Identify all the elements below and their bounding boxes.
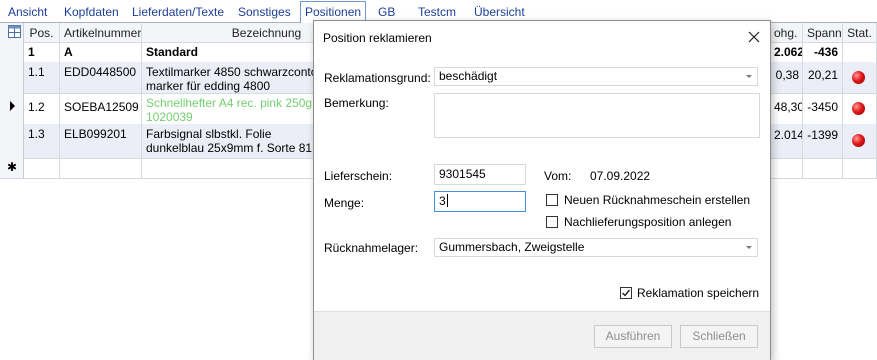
reklamationsgrund-value: beschädigt	[439, 69, 498, 83]
tab-gb[interactable]: GB	[374, 4, 399, 21]
schliessen-button[interactable]: Schließen	[680, 325, 758, 348]
neuen-ruecknahmeschein-checkbox[interactable]	[546, 194, 558, 206]
reklamationsgrund-label: Reklamationsgrund:	[324, 71, 431, 85]
cell-stat[interactable]	[843, 93, 877, 124]
cell-artikelnummer[interactable]: ELB099201	[60, 124, 142, 158]
position-reklamieren-dialog: Position reklamieren Reklamationsgrund: …	[313, 20, 771, 360]
bemerkung-label: Bemerkung:	[324, 96, 389, 110]
cell-spann[interactable]: -3450	[803, 93, 843, 124]
dialog-title: Position reklamieren	[323, 31, 432, 45]
header-artikelnummer[interactable]: Artikelnummer	[60, 23, 142, 42]
cell-pos[interactable]: 1	[24, 42, 60, 62]
bemerkung-textarea[interactable]	[434, 93, 760, 138]
header-spann[interactable]: Spann	[803, 23, 843, 42]
vom-label: Vom:	[544, 169, 572, 183]
cell-pos[interactable]: 1.1	[24, 62, 60, 93]
ausfuehren-button[interactable]: Ausführen	[594, 325, 672, 348]
ruecknahmelager-value: Gummersbach, Zweigstelle	[439, 240, 585, 254]
nachlieferungsposition-label[interactable]: Nachlieferungsposition anlegen	[564, 215, 731, 229]
row-indicator[interactable]	[0, 93, 24, 124]
cell-spann[interactable]: 20,21	[803, 62, 843, 93]
cell-stat[interactable]	[843, 62, 877, 93]
status-red-icon	[852, 134, 865, 147]
neuen-ruecknahmeschein-label[interactable]: Neuen Rücknahmeschein erstellen	[564, 193, 750, 207]
dialog-body: Reklamationsgrund: beschädigt Bemerkung:…	[314, 53, 770, 311]
cell-artikelnummer[interactable]: EDD0448500	[60, 62, 142, 93]
current-row-arrow-icon	[10, 101, 15, 111]
cell-stat[interactable]	[843, 124, 877, 158]
tab-ansicht[interactable]: Ansicht	[4, 4, 51, 21]
cell-pos[interactable]: 1.2	[24, 93, 60, 124]
status-red-icon	[852, 71, 865, 84]
cell-rohg[interactable]: 2.014	[770, 124, 803, 158]
close-icon[interactable]	[744, 27, 764, 47]
row-indicator[interactable]	[0, 62, 24, 93]
new-row-asterisk-icon: ✱	[0, 158, 24, 178]
cell-artikelnummer[interactable]: SOEBA12509	[60, 93, 142, 124]
cell-stat[interactable]	[843, 42, 877, 62]
ruecknahmelager-label: Rücknahmelager:	[324, 241, 419, 255]
nachlieferungsposition-checkbox[interactable]	[546, 216, 558, 228]
lieferschein-label: Lieferschein:	[324, 169, 393, 183]
tab-lieferdaten-texte[interactable]: Lieferdaten/Texte	[128, 4, 228, 21]
cell-pos[interactable]: 1.3	[24, 124, 60, 158]
row-indicator[interactable]	[0, 42, 24, 62]
reklamation-speichern-label[interactable]: Reklamation speichern	[637, 286, 759, 300]
cell-rohg[interactable]: 48,30	[770, 93, 803, 124]
cell-spann[interactable]: -1399	[803, 124, 843, 158]
tab-kopfdaten[interactable]: Kopfdaten	[60, 4, 123, 21]
tab-uebersicht[interactable]: Übersicht	[470, 4, 529, 21]
header-stat[interactable]: Stat.	[843, 23, 877, 42]
tab-testcm[interactable]: Testcm	[414, 4, 460, 21]
menge-input[interactable]: 3	[434, 191, 526, 212]
ruecknahmelager-select[interactable]: Gummersbach, Zweigstelle	[434, 238, 758, 257]
new-row-cell[interactable]	[843, 158, 877, 178]
lieferschein-input[interactable]: 9301545	[434, 164, 526, 185]
new-row-cell[interactable]	[770, 158, 803, 178]
new-row-cell[interactable]	[803, 158, 843, 178]
tab-sonstiges[interactable]: Sonstiges	[234, 4, 295, 21]
chevron-down-icon	[746, 246, 752, 249]
cell-spann[interactable]: -436	[803, 42, 843, 62]
dialog-footer: Ausführen Schließen	[314, 311, 770, 360]
status-red-icon	[852, 102, 865, 115]
reklamationsgrund-select[interactable]: beschädigt	[434, 67, 758, 86]
header-pos[interactable]: Pos.	[24, 23, 60, 42]
dialog-titlebar[interactable]: Position reklamieren	[314, 21, 770, 53]
header-rohg[interactable]: ohg.	[770, 23, 803, 42]
cell-artikelnummer[interactable]: A	[60, 42, 142, 62]
column-chooser-icon[interactable]	[0, 23, 24, 42]
new-row-cell[interactable]	[60, 158, 142, 178]
cell-rohg[interactable]: 2.062	[770, 42, 803, 62]
menge-value: 3	[439, 194, 446, 208]
new-row-cell[interactable]	[24, 158, 60, 178]
chevron-down-icon	[746, 75, 752, 78]
menge-label: Menge:	[324, 196, 365, 210]
checkmark-icon	[622, 289, 631, 297]
reklamation-speichern-checkbox[interactable]	[620, 287, 632, 299]
row-indicator[interactable]	[0, 124, 24, 158]
cell-rohg[interactable]: 0,38	[770, 62, 803, 93]
vom-date: 07.09.2022	[590, 169, 651, 183]
text-caret	[446, 194, 448, 207]
